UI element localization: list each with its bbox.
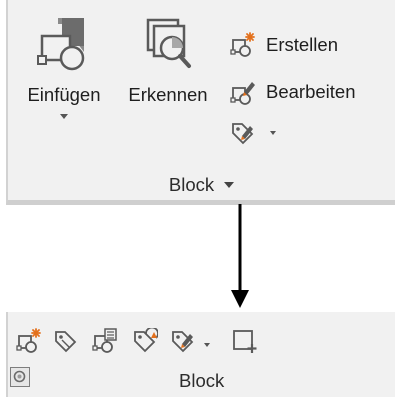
einfuegen-button[interactable]: Einfügen xyxy=(18,14,110,119)
ribbon-panel-block-expanded: Einfügen Erkennen Erstellen Bearbeiten B… xyxy=(6,0,395,205)
down-arrow-icon xyxy=(231,204,249,308)
edit-block-icon xyxy=(230,82,255,105)
erstellen-button[interactable]: Erstellen xyxy=(230,32,338,58)
chevron-down-icon xyxy=(270,131,276,135)
attribute-tag-icon xyxy=(232,123,254,145)
erkennen-label: Erkennen xyxy=(128,84,208,105)
chevron-down-icon xyxy=(224,182,235,188)
bearbeiten-button[interactable]: Bearbeiten xyxy=(230,78,355,106)
panel-title-row[interactable]: Block xyxy=(8,174,395,196)
edit-attribute-icon[interactable] xyxy=(170,328,196,354)
ribbon-panel-block-collapsed: Block xyxy=(6,312,395,397)
einfuegen-label: Einfügen xyxy=(27,84,101,105)
attribute-editor-icon[interactable] xyxy=(92,328,118,354)
attribute-tag-icon[interactable] xyxy=(53,328,79,354)
panel-pin-icon[interactable] xyxy=(10,367,30,387)
chevron-down-icon[interactable] xyxy=(60,114,68,119)
sync-attributes-icon[interactable] xyxy=(132,328,158,354)
chevron-down-icon[interactable] xyxy=(204,343,210,347)
panel-title: Block xyxy=(168,174,215,195)
detect-block-icon xyxy=(146,18,191,68)
insert-block-icon xyxy=(37,18,85,71)
circle-icon xyxy=(13,370,26,383)
create-block-icon xyxy=(230,32,255,57)
erstellen-label: Erstellen xyxy=(266,34,338,55)
create-block-icon[interactable] xyxy=(16,328,42,354)
attribute-dropdown-button[interactable] xyxy=(230,120,276,146)
bearbeiten-label: Bearbeiten xyxy=(266,81,356,102)
panel-title[interactable]: Block xyxy=(179,370,224,392)
add-block-icon[interactable] xyxy=(232,328,258,354)
erkennen-button[interactable]: Erkennen xyxy=(120,14,216,106)
